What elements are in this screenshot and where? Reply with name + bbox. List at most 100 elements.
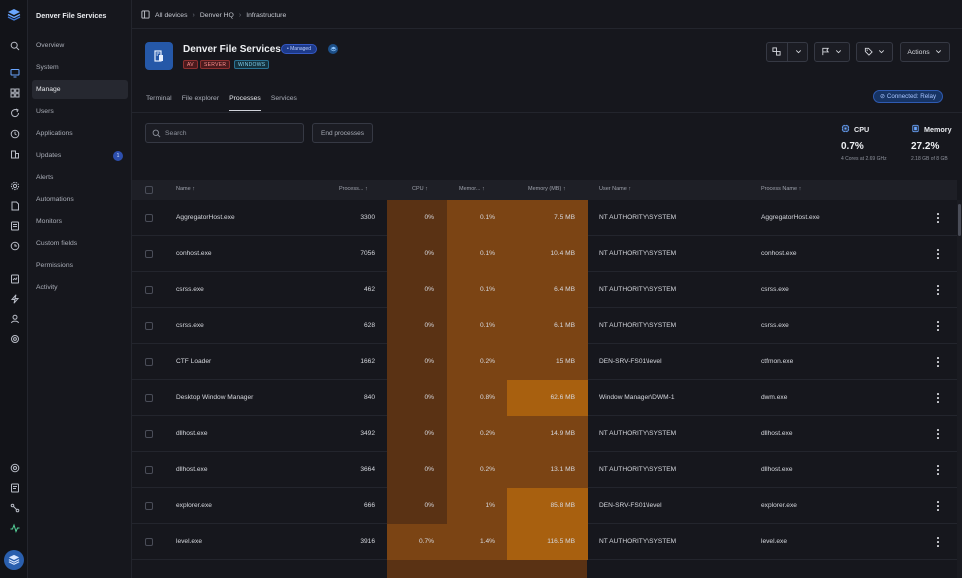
column-header-memory-percent[interactable]: Memor... ↑ [459,186,485,192]
column-header-cpu[interactable]: CPU ↑ [412,186,428,192]
clock-icon[interactable] [9,128,20,139]
user-name: NT AUTHORITY\SYSTEM [599,538,677,545]
search-icon[interactable] [9,40,20,51]
search-input[interactable]: Search [145,123,304,143]
breadcrumb-item-subgroup[interactable]: Infrastructure [246,12,286,19]
sidebar-item-updates[interactable]: Updates 1 [32,146,128,165]
row-checkbox[interactable] [145,502,153,510]
memory-percent: 1.4% [479,538,495,545]
actions-button[interactable]: Actions [900,42,950,62]
row-checkbox[interactable] [145,466,153,474]
table-scrollbar[interactable] [957,200,962,578]
process-name: ctfmon.exe [761,358,794,365]
user-icon[interactable] [9,313,20,324]
row-menu-kebab-icon[interactable] [936,212,940,224]
flag-menu-button[interactable] [814,42,850,62]
account-avatar-icon[interactable] [4,550,24,570]
column-header-user-name[interactable]: User Name ↑ [599,186,631,192]
sidebar-item-manage[interactable]: Manage [32,80,128,99]
row-menu-kebab-icon[interactable] [936,536,940,548]
row-checkbox[interactable] [145,322,153,330]
user-name: DEN-SRV-FS01\level [599,502,662,509]
tag-menu-button[interactable] [856,42,893,62]
devices-icon[interactable] [9,67,20,78]
notes-icon[interactable] [9,220,20,231]
sidebar-item-activity[interactable]: Activity [32,278,128,297]
tag-server[interactable]: SERVER [200,60,231,69]
table-row[interactable]: explorer.exe 666 0% 1% 85.8 MB DEN-SRV-FS01\l… [132,488,957,524]
row-menu-kebab-icon[interactable] [936,284,940,296]
app-logo-icon[interactable] [7,8,21,22]
changelog-icon[interactable] [9,482,20,493]
sidebar-item-monitors[interactable]: Monitors [32,212,128,231]
column-header-name[interactable]: Name ↑ [176,186,195,192]
breadcrumb-item-group[interactable]: Denver HQ [200,12,234,19]
process-id: 3492 [360,430,375,437]
sidebar-item-overview[interactable]: Overview [32,36,128,55]
refresh-icon[interactable] [9,107,20,118]
sidebar-item-applications[interactable]: Applications [32,124,128,143]
tag-av[interactable]: AV [183,60,198,69]
sidebar-toggle-icon[interactable] [141,9,150,21]
remote-control-button[interactable] [766,42,808,62]
row-menu-kebab-icon[interactable] [936,320,940,332]
report-icon[interactable] [9,273,20,284]
end-processes-button[interactable]: End processes [312,123,373,143]
row-menu-kebab-icon[interactable] [936,248,940,260]
select-all-checkbox[interactable] [145,186,153,194]
tab-processes[interactable]: Processes [229,95,261,111]
history-icon[interactable] [9,240,20,251]
sidebar-item-custom-fields[interactable]: Custom fields [32,234,128,253]
table-row[interactable]: Desktop Window Manager 840 0% 0.8% 62.6 MB Wi… [132,380,957,416]
document-icon[interactable] [9,200,20,211]
memory-mb: 62.6 MB [550,394,575,401]
tab-services[interactable]: Services [271,95,297,111]
table-row[interactable]: csrss.exe 628 0% 0.1% 6.1 MB NT AUTHORITY\SYS… [132,308,957,344]
row-checkbox[interactable] [145,250,153,258]
table-row[interactable]: CTF Loader 1662 0% 0.2% 15 MB DEN-SRV-FS01\le… [132,344,957,380]
sidebar-item-automations[interactable]: Automations [32,190,128,209]
lightning-icon[interactable] [9,293,20,304]
connection-status-badge[interactable]: ⊘ Connected: Relay [873,90,944,103]
status-pulse-icon[interactable] [9,522,20,533]
table-row[interactable]: dllhost.exe 3664 0% 0.2% 13.1 MB NT AUTHORITY… [132,452,957,488]
row-menu-kebab-icon[interactable] [936,464,940,476]
tag-windows[interactable]: WINDOWS [234,60,270,69]
column-header-memory-mb[interactable]: Memory (MB) ↑ [528,186,566,192]
column-header-process-name[interactable]: Process Name ↑ [761,186,801,192]
tab-file-explorer[interactable]: File explorer [182,95,219,111]
sidebar-item-alerts[interactable]: Alerts [32,168,128,187]
row-checkbox[interactable] [145,538,153,546]
sidebar-item-users[interactable]: Users [32,102,128,121]
row-menu-kebab-icon[interactable] [936,428,940,440]
row-checkbox[interactable] [145,358,153,366]
process-name: csrss.exe [761,322,789,329]
table-row[interactable]: csrss.exe 462 0% 0.1% 6.4 MB NT AUTHORITY\SYS… [132,272,957,308]
settings-gear-icon[interactable] [9,180,20,191]
cpu-percent: 0% [424,394,434,401]
row-checkbox[interactable] [145,430,153,438]
help-icon[interactable] [9,462,20,473]
row-checkbox[interactable] [145,214,153,222]
sidebar-item-permissions[interactable]: Permissions [32,256,128,275]
row-checkbox[interactable] [145,286,153,294]
row-menu-kebab-icon[interactable] [936,392,940,404]
table-row[interactable]: level.exe 3916 0.7% 1.4% 116.5 MB NT AUTHORIT… [132,524,957,560]
process-display-name: level.exe [176,538,203,545]
scrollbar-thumb[interactable] [958,204,961,236]
building-icon[interactable] [9,148,20,159]
table-row[interactable]: AggregatorHost.exe 3300 0% 0.1% 7.5 MB NT AUT… [132,200,957,236]
breadcrumb-item-all-devices[interactable]: All devices [155,12,188,19]
dashboard-icon[interactable] [9,87,20,98]
integrations-icon[interactable] [9,502,20,513]
column-header-process-id[interactable]: Process... ↑ [339,186,368,192]
tabs-divider [132,112,962,113]
tab-terminal[interactable]: Terminal [146,95,172,111]
table-row[interactable]: dllhost.exe 3492 0% 0.2% 14.9 MB NT AUTHORITY… [132,416,957,452]
cog-icon[interactable] [9,333,20,344]
table-row[interactable]: conhost.exe 7056 0% 0.1% 10.4 MB NT AUTHORITY… [132,236,957,272]
row-menu-kebab-icon[interactable] [936,356,940,368]
row-menu-kebab-icon[interactable] [936,500,940,512]
sidebar-item-system[interactable]: System [32,58,128,77]
row-checkbox[interactable] [145,394,153,402]
